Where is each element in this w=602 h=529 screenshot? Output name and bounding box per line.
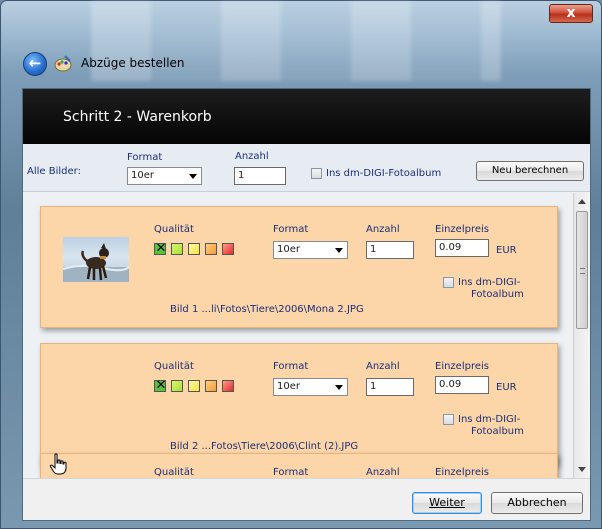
format-label: Format <box>273 224 309 235</box>
scroll-up-icon[interactable] <box>578 199 586 204</box>
price-label: Einzelpreis <box>435 224 489 235</box>
window-frame: x ← Abzüge bestellen Schritt 2 - Warenko… <box>0 0 602 529</box>
album-checkbox[interactable] <box>443 277 454 288</box>
format-value: 10er <box>277 244 300 255</box>
currency-label: EUR <box>496 245 517 256</box>
album-label-line1: Ins dm-DIGI- <box>458 277 521 288</box>
next-button-label: Weiter <box>429 496 465 509</box>
format-select[interactable]: 10er <box>273 241 348 259</box>
all-images-label: Alle Bilder: <box>27 166 81 177</box>
all-format-value: 10er <box>131 170 154 181</box>
all-images-row: Alle Bilder: Format 10er Anzahl 1 Ins dm… <box>23 144 590 192</box>
quality-yellow <box>188 380 200 392</box>
vertical-scrollbar[interactable] <box>573 193 590 478</box>
all-format-label: Format <box>127 152 163 163</box>
price-field: 0.09 <box>435 376 489 394</box>
price-field: 0.09 <box>435 239 489 257</box>
album-label-line1: Ins dm-DIGI- <box>458 414 521 425</box>
count-label: Anzahl <box>366 361 400 372</box>
list-item: Qualität Format Anzahl Einzelpreis <box>40 206 558 328</box>
window-title: Abzüge bestellen <box>81 56 185 70</box>
quality-lightgreen <box>171 380 183 392</box>
item-list: Qualität Format Anzahl Einzelpreis ✕ 10e… <box>23 193 590 478</box>
list-item: Qualität Format Anzahl Einzelpreis ✕ 10e… <box>40 343 558 465</box>
format-label: Format <box>273 467 309 478</box>
all-format-select[interactable]: 10er <box>127 167 202 185</box>
format-value: 10er <box>277 381 300 392</box>
photo-thumbnail[interactable] <box>63 237 129 282</box>
count-label: Anzahl <box>366 224 400 235</box>
album-label-line2: Fotoalbum <box>471 426 524 437</box>
quality-label: Qualität <box>154 224 194 235</box>
album-checkbox[interactable] <box>443 414 454 425</box>
step-header: Schritt 2 - Warenkorb <box>23 89 590 144</box>
grip-icon <box>580 268 585 274</box>
format-label: Format <box>273 361 309 372</box>
step-title: Schritt 2 - Warenkorb <box>63 109 212 125</box>
album-label-line2: Fotoalbum <box>471 289 524 300</box>
recalculate-button[interactable]: Neu berechnen <box>476 161 584 181</box>
check-x-icon: ✕ <box>155 241 167 256</box>
quality-green-selected: ✕ <box>154 378 167 393</box>
check-x-icon: ✕ <box>155 378 167 393</box>
price-label: Einzelpreis <box>435 467 489 478</box>
dog-photo-icon <box>63 243 129 282</box>
all-album-label: Ins dm-DIGI-Fotoalbum <box>326 168 442 179</box>
quality-yellow <box>188 243 200 255</box>
chevron-down-icon <box>189 174 197 179</box>
back-arrow-icon: ← <box>28 54 42 72</box>
count-input[interactable]: 1 <box>366 378 414 396</box>
back-button[interactable]: ← <box>23 52 47 76</box>
client-area: Schritt 2 - Warenkorb Alle Bilder: Forma… <box>22 88 591 521</box>
quality-lightgreen <box>171 243 183 255</box>
paint-palette-icon <box>54 55 72 72</box>
footer-bar: Weiter Abbrechen <box>23 478 590 520</box>
close-button[interactable]: x <box>549 4 593 23</box>
file-path: Bild 1 ...li\Fotos\Tiere\2006\Mona 2.JPG <box>170 304 364 315</box>
count-label: Anzahl <box>366 467 400 478</box>
quality-orange <box>205 380 217 392</box>
scroll-thumb[interactable] <box>576 211 588 329</box>
quality-label: Qualität <box>154 467 194 478</box>
price-label: Einzelpreis <box>435 361 489 372</box>
chevron-down-icon <box>335 248 343 253</box>
scroll-down-icon[interactable] <box>578 467 586 472</box>
chevron-down-icon <box>335 385 343 390</box>
cancel-button[interactable]: Abbrechen <box>491 492 583 514</box>
all-count-label: Anzahl <box>235 151 269 162</box>
quality-orange <box>205 243 217 255</box>
list-item: Qualität Format Anzahl Einzelpreis <box>40 453 558 478</box>
quality-red <box>222 243 234 255</box>
format-select[interactable]: 10er <box>273 378 348 396</box>
currency-label: EUR <box>496 382 517 393</box>
all-count-input[interactable]: 1 <box>234 167 286 185</box>
next-button[interactable]: Weiter <box>412 492 482 514</box>
quality-green-selected: ✕ <box>154 241 167 256</box>
hand-pointer-icon <box>49 453 67 475</box>
count-input[interactable]: 1 <box>366 241 414 259</box>
quality-red <box>222 380 234 392</box>
file-path: Bild 2 ...Fotos\Tiere\2006\Clint (2).JPG <box>170 441 359 452</box>
all-album-checkbox[interactable] <box>311 168 322 179</box>
quality-label: Qualität <box>154 361 194 372</box>
